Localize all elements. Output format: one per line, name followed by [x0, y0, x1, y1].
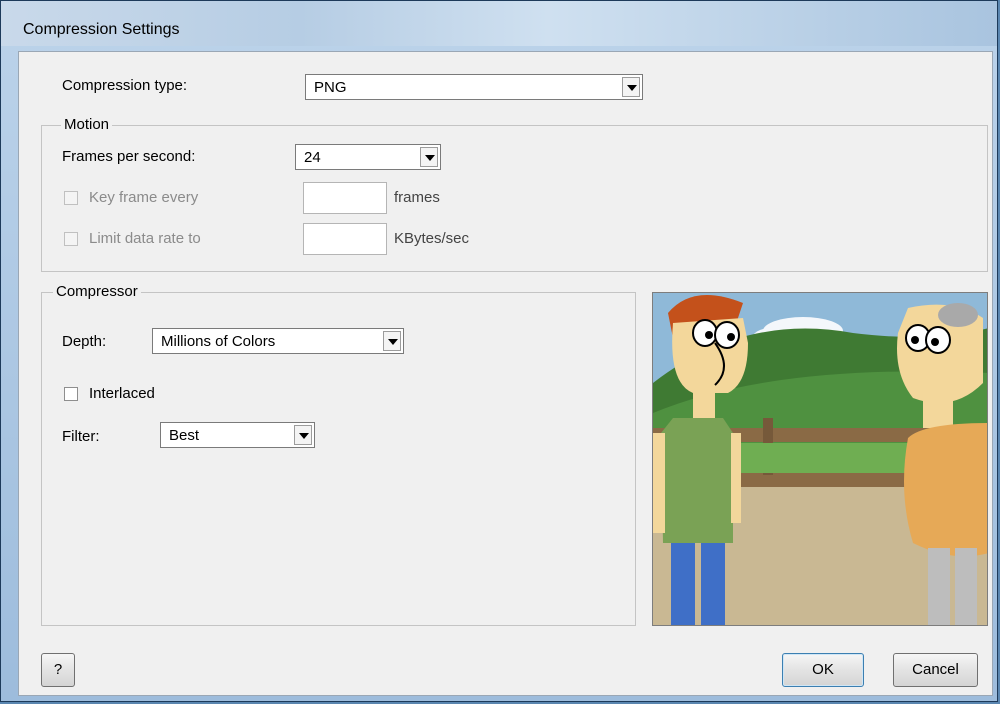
keyframe-input[interactable]: [303, 182, 387, 214]
fps-value: 24: [304, 149, 321, 166]
chevron-down-icon[interactable]: [294, 425, 312, 445]
fps-label: Frames per second:: [62, 148, 196, 165]
datarate-input[interactable]: [303, 223, 387, 255]
filter-value: Best: [169, 427, 200, 444]
help-button[interactable]: ?: [41, 653, 75, 687]
chevron-down-icon[interactable]: [622, 77, 640, 97]
compression-settings-window: Compression Settings Compression type: P…: [0, 0, 998, 702]
compression-type-value: PNG: [314, 79, 347, 96]
fps-dropdown[interactable]: 24: [295, 144, 441, 170]
depth-label: Depth:: [62, 333, 107, 350]
datarate-unit: KBytes/sec: [394, 230, 470, 247]
depth-value: Millions of Colors: [161, 333, 276, 350]
compressor-group-label: Compressor: [53, 283, 141, 300]
cancel-button[interactable]: Cancel: [893, 653, 978, 687]
filter-label: Filter:: [62, 428, 100, 445]
interlaced-label: Interlaced: [89, 385, 155, 402]
dialog-client-area: Compression type: PNG Motion Frames per …: [18, 51, 993, 696]
chevron-down-icon[interactable]: [420, 147, 438, 167]
datarate-label: Limit data rate to: [89, 230, 201, 247]
window-title: Compression Settings: [23, 21, 180, 38]
filter-dropdown[interactable]: Best: [160, 422, 315, 448]
title-bar[interactable]: Compression Settings: [1, 1, 997, 46]
chevron-down-icon[interactable]: [383, 331, 401, 351]
motion-group-label: Motion: [61, 116, 113, 133]
datarate-checkbox[interactable]: [64, 232, 78, 246]
compression-type-label: Compression type:: [62, 77, 188, 94]
preview-image: [652, 292, 988, 626]
ok-button[interactable]: OK: [782, 653, 864, 687]
keyframe-checkbox[interactable]: [64, 191, 78, 205]
interlaced-checkbox[interactable]: [64, 387, 78, 401]
keyframe-label: Key frame every: [89, 189, 199, 206]
compression-type-dropdown[interactable]: PNG: [305, 74, 643, 100]
cartoon-preview-scene: [653, 293, 987, 625]
keyframe-unit: frames: [394, 189, 440, 206]
depth-dropdown[interactable]: Millions of Colors: [152, 328, 404, 354]
